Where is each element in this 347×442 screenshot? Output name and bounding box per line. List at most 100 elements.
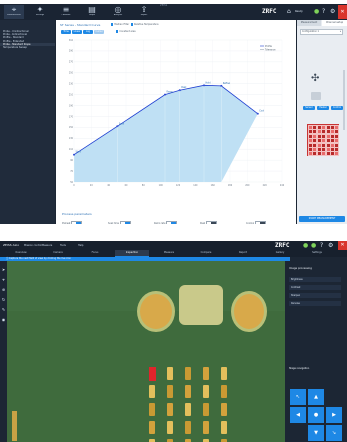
nav-tab[interactable]: Focus xyxy=(78,250,112,256)
parameter-control: Cooling xyxy=(246,221,267,224)
toolbar-analysis-button[interactable]: ◎ Analysis xyxy=(108,5,128,19)
heatmap-cell[interactable] xyxy=(334,151,340,157)
user-icon[interactable]: ● xyxy=(314,9,319,15)
close-button[interactable]: ✕ xyxy=(338,5,347,19)
toolbar-graph-button[interactable]: ▤ Graph xyxy=(82,5,102,19)
settings-gear-icon[interactable]: ⚙ xyxy=(330,9,335,15)
toolbar-label: Calibrate xyxy=(61,14,71,16)
x-tick-label: 140 xyxy=(193,184,198,187)
parameter-label: Peak xyxy=(200,222,206,224)
settings-gear-icon[interactable]: ⚙ xyxy=(328,243,333,249)
pointer-icon[interactable]: ➤ xyxy=(1,267,6,272)
arrow-left-icon[interactable]: ◀ xyxy=(290,407,306,423)
parameter-toggle[interactable] xyxy=(71,221,83,224)
toolbar-export-button[interactable]: ⇪ Export xyxy=(134,5,154,19)
logo: ZRFC xyxy=(262,8,277,15)
zoom-icon[interactable]: ⊕ xyxy=(1,287,6,292)
bottom-header: ZEISS Axio Mission control Measure Tools He… xyxy=(0,241,347,257)
selected-pad[interactable] xyxy=(149,367,156,381)
rotate-icon[interactable]: ↻ xyxy=(1,297,6,302)
view-tab-cumul[interactable]: Cumul xyxy=(94,30,104,34)
toolbar-settings-button[interactable]: ✦ Settings xyxy=(30,5,50,19)
nav-tab[interactable]: Settings xyxy=(300,250,334,256)
config-dropdown[interactable]: Configuration 1 ▾ xyxy=(300,29,343,35)
adjustment-label: Denoise xyxy=(291,302,300,305)
nav-tab[interactable]: Report xyxy=(226,250,260,256)
tab-measurement[interactable]: Measurement xyxy=(297,20,321,26)
adjustment-label: Sharpen xyxy=(291,294,301,297)
x-tick-label: 60 xyxy=(125,184,128,187)
center-icon[interactable]: ● xyxy=(308,407,324,423)
relative-temp-checkbox[interactable] xyxy=(130,23,134,26)
heater-button[interactable]: Heater xyxy=(317,106,329,110)
adjustment-row[interactable]: Denoise xyxy=(289,301,341,306)
arrow-down-icon[interactable]: ▼ xyxy=(308,425,324,441)
nav-tab[interactable]: Measure xyxy=(152,250,186,256)
toolbar-measurement-button[interactable]: ⌖ Measurement xyxy=(4,5,24,19)
start-measurement-button[interactable]: START MEASUREMENT xyxy=(299,216,345,222)
arrow-right-icon[interactable]: ▶ xyxy=(326,407,342,423)
parameter-label: Soak time xyxy=(108,222,119,224)
parameters-title: Process parameters xyxy=(62,212,92,216)
parameter-label: Cooling xyxy=(246,222,255,224)
x-tick-label: 220 xyxy=(263,184,268,187)
menu-item[interactable]: Mission control xyxy=(24,244,42,247)
arrow-up-icon[interactable]: ▲ xyxy=(308,389,324,405)
menu-item[interactable]: Tools xyxy=(60,244,66,247)
legend-label: Tolerance xyxy=(265,48,276,51)
sidebar-item[interactable]: Temperature Sweep xyxy=(0,46,55,49)
view-tab-linear[interactable]: Linear xyxy=(72,30,82,34)
nav-tab[interactable]: Inspection xyxy=(115,250,149,257)
y-tick-label: 190 xyxy=(69,104,74,107)
x-tick-label: 20 xyxy=(90,184,93,187)
parameter-toggle[interactable] xyxy=(255,221,267,224)
solder-pin xyxy=(221,367,227,380)
adjustment-row[interactable]: Sharpen xyxy=(289,293,341,298)
solder-pin xyxy=(167,421,173,434)
home-icon[interactable]: ⌂ xyxy=(287,9,291,15)
stage-dpad[interactable]: ▲ ◀ ▶ ▼ ● ↖ ↘ xyxy=(290,389,344,442)
adjustment-row[interactable]: Contrast xyxy=(289,285,341,290)
live-image[interactable] xyxy=(7,261,285,442)
point-label: Reflow xyxy=(223,82,230,85)
nav-tab[interactable]: Camera xyxy=(41,250,75,256)
parameter-toggle[interactable] xyxy=(119,221,131,224)
help-icon[interactable]: ? xyxy=(320,243,323,249)
adjustment-row[interactable]: Brightness xyxy=(289,277,341,282)
pad xyxy=(231,291,267,332)
view-tab-log[interactable]: Log xyxy=(83,30,93,34)
measure-icon[interactable]: ⌖ xyxy=(1,277,6,282)
nav-tab[interactable]: Gallery xyxy=(263,250,297,256)
point-label: Hold xyxy=(206,81,212,84)
annotate-icon[interactable]: ✎ xyxy=(1,307,6,312)
solder-pin xyxy=(221,385,227,398)
close-button[interactable]: ✕ xyxy=(338,241,347,250)
panel-title: Image processing xyxy=(289,267,312,270)
nav-tab[interactable]: Compare xyxy=(189,250,223,256)
parameter-label: Preheat xyxy=(62,222,71,224)
window-title: ZEISS xyxy=(160,4,168,7)
view-tab-time[interactable]: Time xyxy=(61,30,71,34)
channel-heatmap[interactable] xyxy=(307,124,340,157)
menu-item[interactable]: Measure xyxy=(42,244,52,247)
menu-item[interactable]: Help xyxy=(78,244,83,247)
nav-tab[interactable]: Overview xyxy=(4,250,38,256)
camera-icon[interactable]: ◉ xyxy=(1,317,6,322)
arrow-ul-icon[interactable]: ↖ xyxy=(290,389,306,405)
sensor-button[interactable]: Sensor xyxy=(303,106,315,110)
dpad-title: Stage navigation xyxy=(289,367,310,370)
help-icon[interactable]: ? xyxy=(322,9,325,15)
parameter-toggle[interactable] xyxy=(166,221,178,224)
y-tick-label: 270 xyxy=(69,61,74,64)
solder-pin xyxy=(203,385,209,398)
parameter-toggle[interactable] xyxy=(206,221,218,224)
control-button[interactable]: Control xyxy=(331,106,343,110)
arrow-dr-icon[interactable]: ↘ xyxy=(326,425,342,441)
tab-channel-setup[interactable]: Channel setup xyxy=(322,20,347,26)
toolbar-calibrate-button[interactable]: ≡ Calibrate xyxy=(56,5,76,19)
pad xyxy=(179,285,223,325)
slider-track[interactable] xyxy=(343,70,345,130)
point-label: Soak xyxy=(119,122,125,125)
x-tick-label: 200 xyxy=(245,184,250,187)
